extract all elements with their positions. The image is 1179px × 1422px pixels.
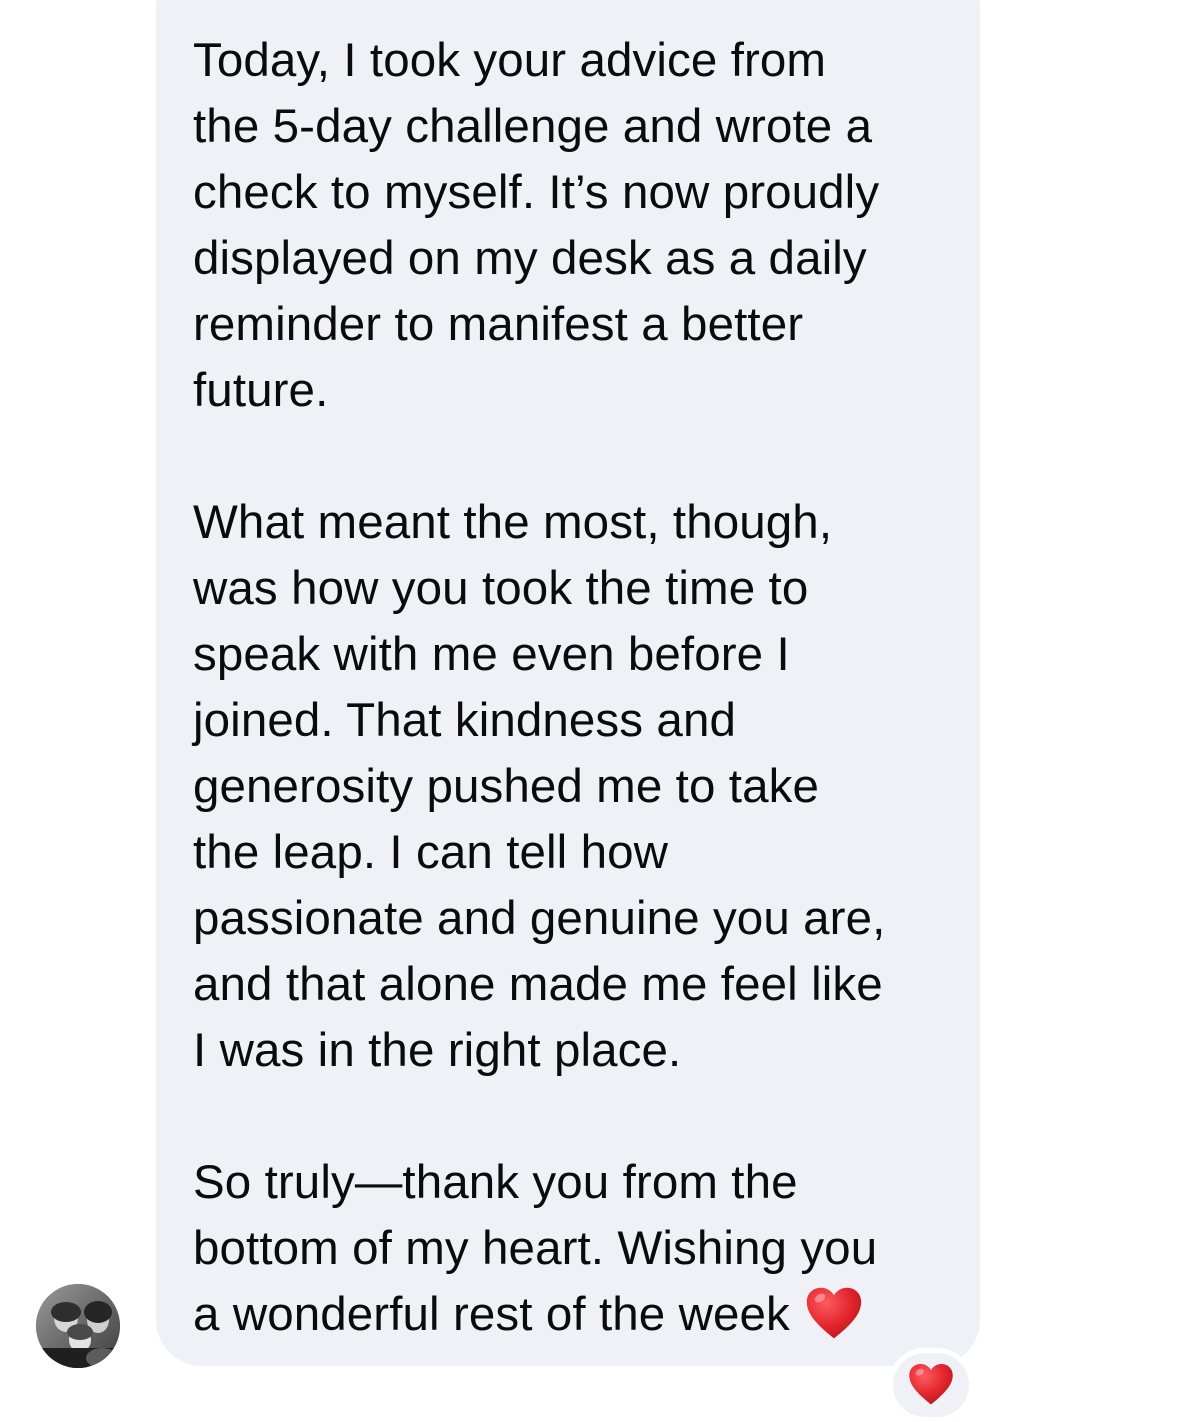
sender-avatar[interactable] [36,1284,120,1368]
message-paragraph-1: Today, I took your advice from the 5-day… [193,34,880,417]
message-paragraph-2: What meant the most, though, was how you… [193,496,886,1077]
avatar-photo-icon [36,1284,120,1368]
message-paragraph-3-text: So truly—thank you from the bottom of my… [193,1156,878,1341]
heart-reaction-badge[interactable] [888,1348,974,1422]
chat-thread: Today, I took your advice from the 5-day… [0,0,1179,1422]
heart-reaction-icon [909,1364,953,1405]
message-paragraph-3: So truly—thank you from the bottom of my… [193,1150,953,1348]
message-text: Today, I took your advice from the 5-day… [193,28,953,1348]
heart-emoji-icon [806,1287,862,1339]
